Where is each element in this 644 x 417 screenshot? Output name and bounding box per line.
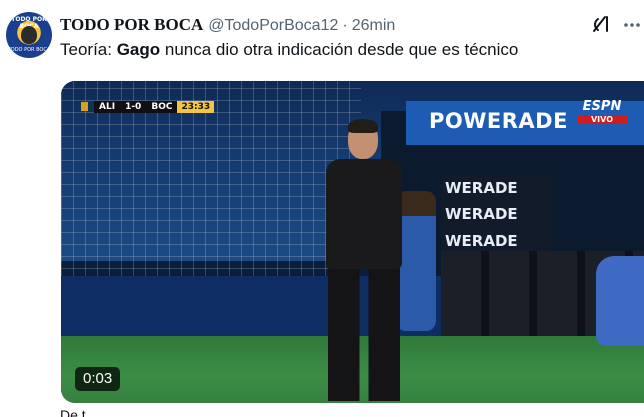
grok-icon[interactable] xyxy=(590,13,612,35)
tweet-text-suffix: nunca dio otra indicación desde que es t… xyxy=(160,40,519,59)
avatar-emblem xyxy=(21,26,37,44)
tweet-text-bold: Gago xyxy=(116,40,161,59)
sponsor-side-line: WERADE xyxy=(445,205,518,223)
avatar-logo-text-bottom: TODO POR BOCA xyxy=(7,47,51,53)
scoreboard-clock: 23:33 xyxy=(177,100,215,113)
tweet-text: Teoría: Gago nunca dio otra indicación d… xyxy=(60,40,518,60)
sponsor-side-line: WERADE xyxy=(445,179,518,197)
coach-hair xyxy=(348,119,378,133)
coach-figure xyxy=(306,119,416,403)
quoted-source-text[interactable]: De t xyxy=(60,407,86,417)
tweet-text-prefix: Teoría: xyxy=(60,40,117,59)
espn-logo: ESPN xyxy=(582,99,622,114)
more-icon[interactable] xyxy=(621,14,643,36)
video-player[interactable]: POWERADE WERADE WERADE WERADE ALI 1-0 BO… xyxy=(61,81,644,403)
post-time[interactable]: 26min xyxy=(352,17,396,35)
scoreboard: ALI 1-0 BOC 23:33 xyxy=(81,100,215,113)
scoreboard-home: ALI xyxy=(94,100,121,113)
video-duration: 0:03 xyxy=(75,367,121,391)
tweet-header: TODO POR BOCA @TodoPorBoca12 · 26min xyxy=(60,15,395,35)
tweet: TODO POR BOCA TODO POR BOCA TODO POR BOC… xyxy=(0,0,644,417)
separator-dot: · xyxy=(342,17,348,34)
player-figure xyxy=(596,256,644,346)
live-label: VIVO xyxy=(577,115,627,124)
author-handle[interactable]: @TodoPorBoca12 xyxy=(208,17,338,35)
sponsor-side-line: WERADE xyxy=(445,232,518,250)
scoreboard-score: 1-0 xyxy=(120,100,147,113)
sponsor-board-top-text: POWERADE xyxy=(429,109,568,133)
coach-body xyxy=(326,159,402,269)
broadcaster-badge: ESPN VIVO xyxy=(577,99,627,124)
author-name[interactable]: TODO POR BOCA xyxy=(60,15,203,35)
scoreboard-away: BOC xyxy=(146,100,178,113)
avatar[interactable]: TODO POR BOCA TODO POR BOCA xyxy=(6,12,52,58)
tournament-logo-icon xyxy=(81,102,88,111)
coach-legs xyxy=(328,261,400,401)
